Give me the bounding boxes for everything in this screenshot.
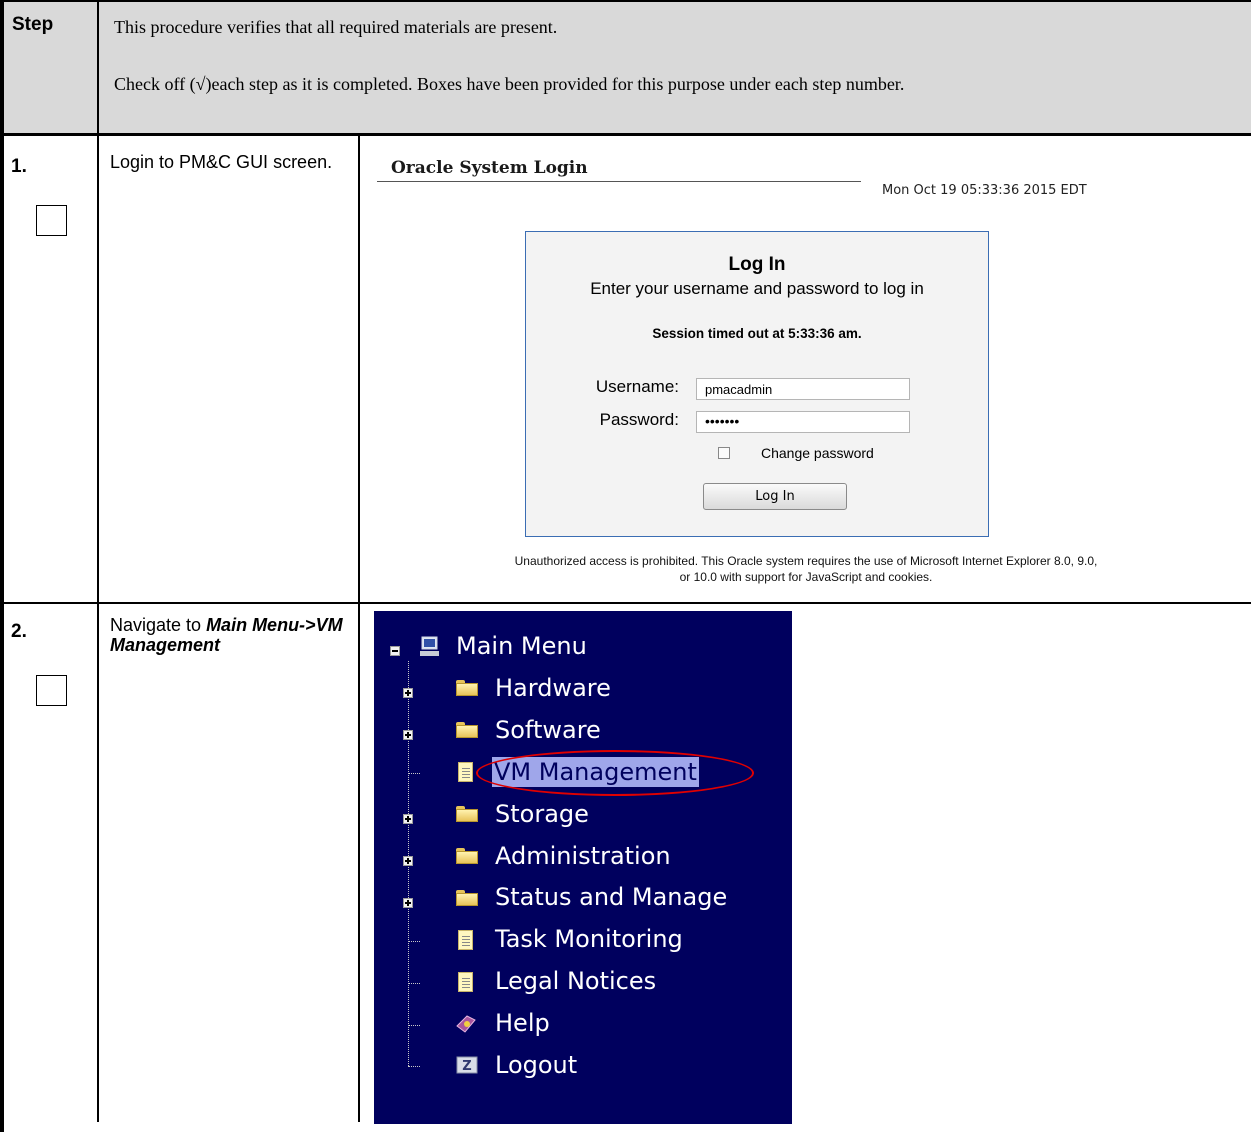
main-menu-tree: Main Menu Hardware Software VM Managemen… [374,611,792,1124]
change-password-checkbox[interactable] [718,447,730,459]
username-label: Username: [595,377,679,396]
column-divider-step [97,0,99,1122]
step-number: 2. [11,621,27,642]
tree-guide [408,983,420,984]
username-field[interactable]: pmacadmin [696,378,910,400]
folder-icon [456,680,478,696]
header-divider [0,133,1251,136]
menu-item-software[interactable]: Software [495,715,601,745]
menu-item-task-monitoring[interactable]: Task Monitoring [495,924,683,954]
folder-icon [456,806,478,822]
menu-root-label[interactable]: Main Menu [456,631,587,661]
expand-icon[interactable] [403,898,413,908]
password-field[interactable]: ••••••• [696,411,910,433]
folder-icon [456,848,478,864]
step-instruction: Navigate to Main Menu->VM Management [110,615,345,655]
folder-icon [456,890,478,906]
help-icon [456,1015,476,1033]
logout-icon: Z [456,1056,478,1074]
menu-item-logout[interactable]: Logout [495,1050,577,1080]
menu-item-hardware[interactable]: Hardware [495,673,611,703]
step-checkbox[interactable] [36,205,67,236]
menu-item-status-and-manage[interactable]: Status and Manage [495,882,727,912]
expand-icon[interactable] [403,856,413,866]
check-off-instruction: Check off (√)each step as it is complete… [114,74,905,94]
step-instruction: Login to PM&C GUI screen. [110,152,333,172]
step-checkbox[interactable] [36,675,67,706]
password-label: Password: [599,410,679,429]
session-timeout-message: Session timed out at 5:33:36 am. [652,326,862,341]
login-button[interactable]: Log In [703,483,847,510]
page-icon [458,762,473,782]
expand-icon[interactable] [403,814,413,824]
menu-item-storage[interactable]: Storage [495,799,589,829]
footer-line: or 10.0 with support for JavaScript and … [679,570,933,584]
intro-text: This procedure verifies that all require… [114,17,558,37]
step-column-header: Step [12,14,54,35]
menu-item-help[interactable]: Help [495,1008,550,1038]
table-border-top [0,0,1251,2]
tree-guide [408,941,420,942]
login-panel-title: Log In [728,254,786,275]
svg-text:Z: Z [462,1059,471,1074]
step-number: 1. [11,156,27,177]
computer-icon [420,636,439,656]
highlight-ellipse [476,750,754,796]
instruction-prefix: Navigate to [110,615,207,635]
login-footer: Unauthorized access is prohibited. This … [362,553,1250,585]
login-panel: Log In Enter your username and password … [525,231,989,537]
login-datetime: Mon Oct 19 05:33:36 2015 EDT [882,183,1087,198]
tree-guide [408,1025,420,1026]
login-panel-subtitle: Enter your username and password to log … [590,279,924,298]
footer-line: Unauthorized access is prohibited. This … [514,554,1098,568]
table-border-left [0,0,4,1132]
menu-item-administration[interactable]: Administration [495,841,671,871]
change-password-label: Change password [761,445,874,461]
page-icon [458,972,473,992]
row-divider-left [0,602,98,604]
title-divider [377,181,861,182]
collapse-icon[interactable] [390,646,400,656]
login-page-title: Oracle System Login [391,158,588,178]
page-icon [458,930,473,950]
row-divider [97,602,1251,604]
column-divider-text [358,134,360,1122]
expand-icon[interactable] [403,730,413,740]
tree-guide [408,1066,420,1067]
tree-guide [408,773,420,774]
expand-icon[interactable] [403,688,413,698]
menu-item-legal-notices[interactable]: Legal Notices [495,966,656,996]
folder-icon [456,722,478,738]
